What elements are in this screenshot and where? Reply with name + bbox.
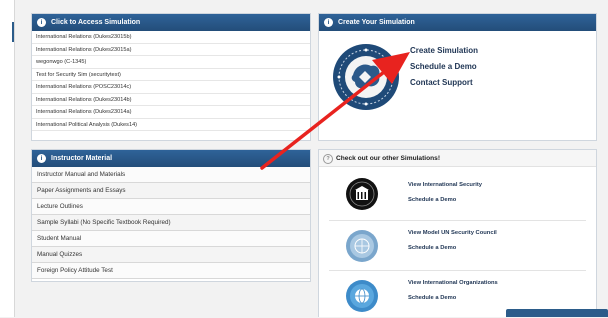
info-icon: i (324, 18, 333, 27)
material-item[interactable]: Paper Assignments and Essays (32, 183, 310, 199)
material-item[interactable]: Sample Syllabi (No Specific Textbook Req… (32, 215, 310, 231)
instructor-material-title: Instructor Material (51, 155, 113, 162)
schedule-demo-link[interactable]: Schedule a Demo (408, 295, 456, 301)
simulation-item[interactable]: International Relations (Dukes23014a) (32, 106, 310, 119)
simulation-item[interactable]: International Relations (Dukes23015a) (32, 44, 310, 56)
schedule-demo-link[interactable]: Schedule a Demo (408, 245, 456, 251)
material-item[interactable]: Student Manual (32, 231, 310, 247)
access-simulation-panel: i Click to Access Simulation Internation… (31, 13, 311, 141)
info-icon: i (37, 154, 46, 163)
other-simulations-header: ? Check out our other Simulations! (319, 150, 596, 167)
left-edge (0, 0, 15, 317)
material-item[interactable]: Lecture Outlines (32, 199, 310, 215)
schedule-demo-link[interactable]: Schedule a Demo (408, 197, 456, 203)
simulation-item[interactable]: International Relations (Dukes23014b) (32, 94, 310, 106)
model-un-seal-icon (346, 230, 378, 262)
view-international-organizations-link[interactable]: View International Organizations (408, 280, 498, 286)
simulation-item[interactable]: International Relations (POSC23014c) (32, 81, 310, 94)
material-item[interactable]: Foreign Policy Attitude Test (32, 263, 310, 279)
material-item[interactable]: Instructor Manual and Materials (32, 167, 310, 183)
info-icon: ? (323, 154, 333, 164)
left-edge-accent (12, 22, 14, 42)
international-security-seal-icon (346, 178, 378, 210)
contact-support-link[interactable]: Contact Support (410, 78, 473, 87)
promo-international-security: View International Security Schedule a D… (319, 167, 596, 221)
view-model-un-link[interactable]: View Model UN Security Council (408, 230, 497, 236)
instructor-material-header: i Instructor Material (32, 150, 310, 167)
chat-tab[interactable] (506, 309, 608, 317)
create-simulation-panel: i Create Your Simulation Create Simulati… (318, 13, 597, 141)
material-list: Instructor Manual and Materials Paper As… (32, 167, 310, 279)
statecraft-seal-icon (333, 44, 399, 110)
material-item[interactable]: Manual Quizzes (32, 247, 310, 263)
other-simulations-title: Check out our other Simulations! (336, 155, 441, 162)
row-divider (329, 270, 586, 271)
simulation-item[interactable]: International Political Analysis (Dukes1… (32, 119, 310, 131)
info-icon: i (37, 18, 46, 27)
simulation-list: International Relations (Dukes23015b) In… (32, 31, 310, 131)
access-simulation-title: Click to Access Simulation (51, 19, 141, 26)
schedule-demo-link[interactable]: Schedule a Demo (410, 62, 477, 71)
access-simulation-header: i Click to Access Simulation (32, 14, 310, 31)
promo-model-un: View Model UN Security Council Schedule … (319, 220, 596, 271)
create-simulation-header: i Create Your Simulation (319, 14, 596, 31)
other-simulations-panel: ? Check out our other Simulations! View … (318, 149, 597, 317)
view-international-security-link[interactable]: View International Security (408, 182, 482, 188)
simulation-item[interactable]: Test for Security Sim (securitytest) (32, 69, 310, 81)
international-organizations-seal-icon (346, 280, 378, 312)
simulation-item[interactable]: International Relations (Dukes23015b) (32, 31, 310, 44)
create-simulation-link[interactable]: Create Simulation (410, 46, 478, 55)
instructor-material-panel: i Instructor Material Instructor Manual … (31, 149, 311, 282)
simulation-item[interactable]: wegonwgo (C-1345) (32, 56, 310, 69)
create-simulation-title: Create Your Simulation (338, 19, 415, 26)
